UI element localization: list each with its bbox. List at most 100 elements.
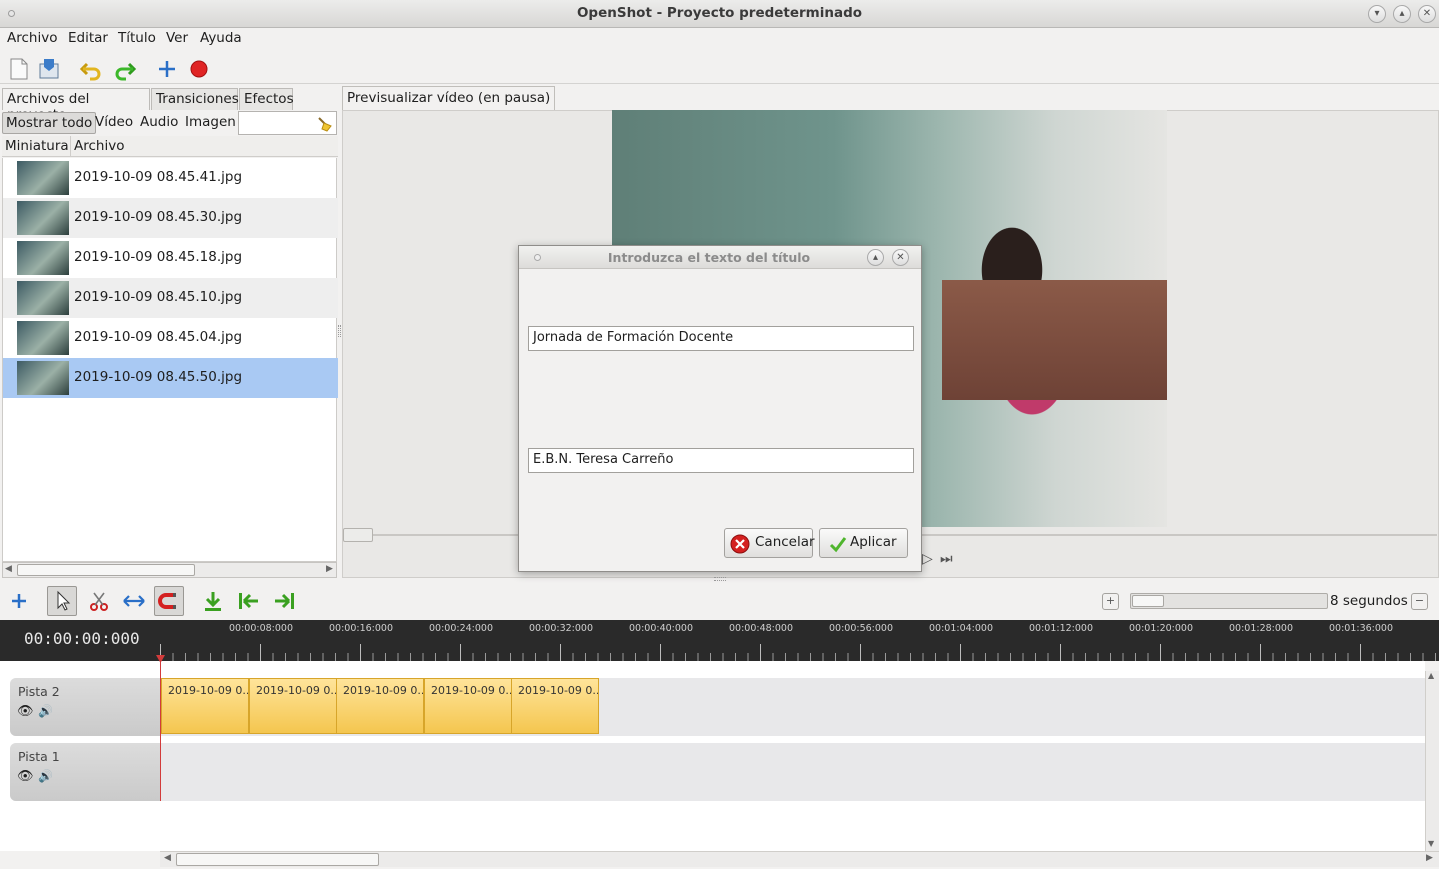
zoom-in-icon[interactable]: + xyxy=(1102,593,1119,610)
filter-audio[interactable]: Audio xyxy=(137,112,181,134)
menu-titulo[interactable]: Título xyxy=(118,30,156,46)
redo-icon[interactable] xyxy=(112,56,138,82)
speaker-icon[interactable]: 🔊 xyxy=(38,769,53,783)
tab-effects[interactable]: Efectos xyxy=(239,88,294,110)
snapping-button[interactable] xyxy=(154,586,184,616)
apply-button[interactable]: Aplicar xyxy=(819,528,908,558)
previous-marker-icon[interactable] xyxy=(236,589,260,613)
window-title: OpenShot - Proyecto predeterminado xyxy=(576,5,863,21)
timeline-ruler[interactable]: 00:00:00:000 00:00:08:000 00:00:16:000 0… xyxy=(0,620,1439,661)
tick-label: 00:00:56:000 xyxy=(829,623,893,634)
add-marker-icon[interactable] xyxy=(201,589,225,613)
menu-ayuda[interactable]: Ayuda xyxy=(200,30,242,46)
add-track-icon[interactable] xyxy=(8,590,30,612)
save-project-icon[interactable] xyxy=(36,56,62,82)
main-toolbar xyxy=(0,52,1439,84)
close-icon[interactable]: ✕ xyxy=(1418,5,1436,23)
track-pista-1[interactable]: Pista 1 👁 🔊 xyxy=(10,743,1425,801)
playhead-marker-icon[interactable] xyxy=(156,655,166,665)
scroll-up-icon[interactable]: ▲ xyxy=(1428,671,1434,680)
zoom-out-icon[interactable]: − xyxy=(1411,593,1428,610)
filter-show-all[interactable]: Mostrar todo xyxy=(2,112,97,134)
menu-archivo[interactable]: Archivo xyxy=(7,30,57,46)
minimize-icon[interactable]: ▾ xyxy=(1368,5,1386,23)
select-tool-button[interactable] xyxy=(47,586,77,616)
cancel-button[interactable]: Cancelar xyxy=(724,528,815,558)
tick-label: 00:00:48:000 xyxy=(729,623,793,634)
tick-label: 00:00:24:000 xyxy=(429,623,493,634)
list-item-selected[interactable]: 2019-10-09 08.45.50.jpg xyxy=(3,358,338,398)
zoom-slider[interactable] xyxy=(1130,593,1328,609)
timeline-clip[interactable]: 2019-10-09 0... xyxy=(336,678,424,734)
column-file[interactable]: Archivo xyxy=(74,138,124,154)
thumbnail-image xyxy=(17,241,69,275)
column-thumbnail[interactable]: Miniatura xyxy=(5,138,69,154)
seek-handle[interactable] xyxy=(343,528,373,542)
thumbnail-image xyxy=(17,161,69,195)
jump-end-icon[interactable]: ⏭ xyxy=(940,551,953,567)
file-list-hscrollbar[interactable]: ◀ ▶ xyxy=(2,562,337,578)
timeline-vscrollbar[interactable]: ▲ ▼ xyxy=(1425,671,1439,851)
track-name: Pista 1 xyxy=(18,749,60,764)
apply-label: Aplicar xyxy=(850,534,897,550)
new-project-icon[interactable] xyxy=(6,56,32,82)
dialog-maximize-icon[interactable]: ▴ xyxy=(867,249,884,266)
scroll-right-icon[interactable]: ▶ xyxy=(326,564,333,574)
pointer-icon xyxy=(57,590,71,611)
title-line2-input[interactable]: E.B.N. Teresa Carreño xyxy=(528,448,914,473)
scroll-thumb[interactable] xyxy=(176,853,379,866)
razor-scissors-icon[interactable] xyxy=(87,589,111,613)
tab-project-files[interactable]: Archivos del proyecto xyxy=(2,88,150,123)
add-file-icon[interactable] xyxy=(154,56,180,82)
thumbnail-image xyxy=(17,321,69,355)
timeline-clip[interactable]: 2019-10-09 0... xyxy=(161,678,249,734)
window-titlebar: OpenShot - Proyecto predeterminado ▾ ▴ ✕ xyxy=(0,0,1439,28)
timeline-clip[interactable]: 2019-10-09 0... xyxy=(424,678,512,734)
record-icon[interactable] xyxy=(186,56,212,82)
zoom-slider-handle[interactable] xyxy=(1132,595,1164,607)
file-list-header: Miniatura Archivo xyxy=(2,136,338,157)
maximize-icon[interactable]: ▴ xyxy=(1393,5,1411,23)
pane-splitter[interactable] xyxy=(714,577,726,581)
track-header: Pista 1 👁 🔊 xyxy=(10,743,160,801)
title-text-dialog: Introduzca el texto del título ▴ ✕ Jorna… xyxy=(518,245,922,572)
current-time: 00:00:00:000 xyxy=(24,629,140,648)
list-item[interactable]: 2019-10-09 08.45.41.jpg xyxy=(3,158,338,198)
column-divider xyxy=(70,136,71,157)
filter-image[interactable]: Imagen xyxy=(182,112,239,134)
tab-transitions[interactable]: Transiciones xyxy=(151,88,239,110)
list-item[interactable]: 2019-10-09 08.45.30.jpg xyxy=(3,198,338,238)
timeline-clip[interactable]: 2019-10-09 0... xyxy=(249,678,337,734)
dialog-close-icon[interactable]: ✕ xyxy=(892,249,909,266)
eye-icon[interactable]: 👁 xyxy=(17,769,34,784)
undo-icon[interactable] xyxy=(78,56,104,82)
clear-broom-icon[interactable] xyxy=(315,114,335,134)
playhead[interactable] xyxy=(160,656,161,801)
speaker-icon[interactable]: 🔊 xyxy=(38,704,53,718)
pane-splitter-vertical[interactable] xyxy=(338,325,341,337)
eye-icon[interactable]: 👁 xyxy=(17,704,34,719)
menu-ver[interactable]: Ver xyxy=(166,30,188,46)
list-item[interactable]: 2019-10-09 08.45.10.jpg xyxy=(3,278,338,318)
scroll-left-icon[interactable]: ◀ xyxy=(5,564,12,574)
filter-video[interactable]: Vídeo xyxy=(92,112,136,134)
play-icon[interactable]: ▷ xyxy=(922,551,933,567)
list-item[interactable]: 2019-10-09 08.45.18.jpg xyxy=(3,238,338,278)
resize-arrows-icon[interactable] xyxy=(121,589,147,613)
scroll-left-icon[interactable]: ◀ xyxy=(164,853,171,863)
photo-table xyxy=(942,280,1167,400)
timeline-hscrollbar[interactable]: ◀ ▶ xyxy=(160,851,1439,867)
title-line1-input[interactable]: Jornada de Formación Docente xyxy=(528,326,914,351)
scroll-down-icon[interactable]: ▼ xyxy=(1428,839,1434,848)
menu-editar[interactable]: Editar xyxy=(68,30,108,46)
search-input[interactable] xyxy=(238,111,337,135)
scroll-thumb[interactable] xyxy=(17,564,195,576)
tick-label: 00:01:04:000 xyxy=(929,623,993,634)
file-name: 2019-10-09 08.45.04.jpg xyxy=(74,329,243,345)
next-marker-icon[interactable] xyxy=(273,589,297,613)
tab-preview[interactable]: Previsualizar vídeo (en pausa) xyxy=(342,86,556,110)
list-item[interactable]: 2019-10-09 08.45.04.jpg xyxy=(3,318,338,358)
scroll-right-icon[interactable]: ▶ xyxy=(1426,853,1433,863)
timeline-clip[interactable]: 2019-10-09 0... xyxy=(511,678,599,734)
tick-label: 00:01:36:000 xyxy=(1329,623,1393,634)
